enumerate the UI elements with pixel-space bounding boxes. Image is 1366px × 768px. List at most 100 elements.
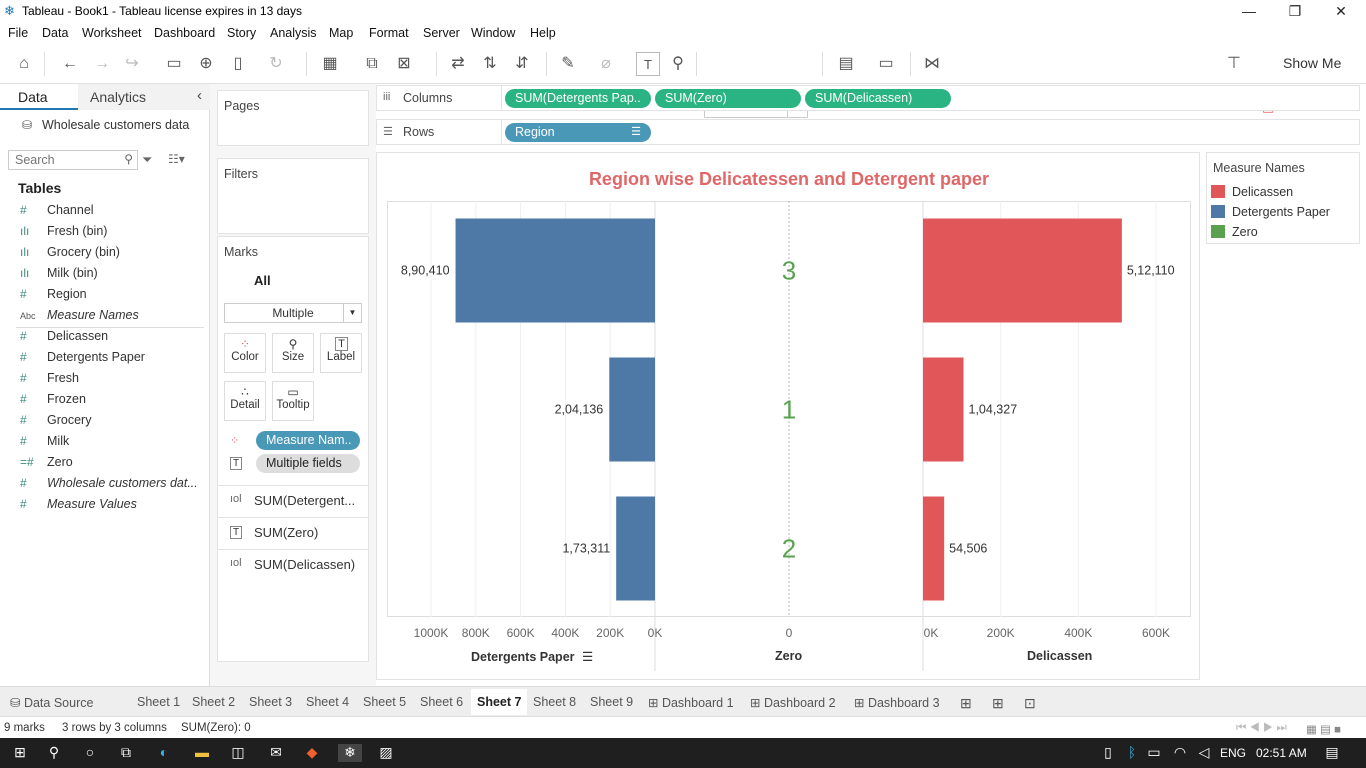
tab-dashboard-2[interactable]: ⊞ Dashboard 2	[750, 695, 836, 710]
mark-type-dropdown[interactable]: Multiple ▼	[224, 303, 362, 323]
legend-item-detergents[interactable]: Detergents Paper	[1211, 205, 1330, 219]
tooltip-button[interactable]: ▭ Tooltip	[272, 381, 314, 421]
column-pill-detergents[interactable]: SUM(Detergents Pap..	[505, 89, 651, 108]
tab-sheet-8[interactable]: Sheet 8	[533, 695, 576, 709]
save-icon[interactable]: ▭	[162, 52, 186, 76]
field-item[interactable]: # Delicassen	[0, 327, 210, 348]
usb-icon[interactable]: ▯	[1098, 744, 1118, 762]
redo-icon[interactable]: →	[90, 52, 114, 76]
tab-data[interactable]: Data	[0, 84, 78, 110]
file-explorer-icon[interactable]: ▬	[192, 744, 212, 762]
size-button[interactable]: ⚲ Size	[272, 333, 314, 373]
label-button[interactable]: T Label	[320, 333, 362, 373]
language-indicator[interactable]: ENG	[1220, 746, 1246, 760]
photos-icon[interactable]: ▨	[376, 744, 396, 762]
search-field[interactable]: ⚲	[8, 150, 138, 170]
marks-all[interactable]: All	[254, 273, 271, 288]
menu-worksheet[interactable]: Worksheet	[82, 26, 142, 40]
field-item[interactable]: # Measure Values	[0, 495, 210, 516]
presentation-icon[interactable]: ▭	[874, 52, 898, 76]
wifi-icon[interactable]: ◠	[1170, 744, 1190, 762]
notifications-icon[interactable]: ▤	[1322, 744, 1342, 762]
field-item[interactable]: # Wholesale customers dat...	[0, 474, 210, 495]
new-story-tab-icon[interactable]: ⊡	[1024, 695, 1036, 712]
axis-title-zero[interactable]: Zero	[775, 649, 802, 663]
pointer-icon[interactable]: ⊤	[1222, 52, 1246, 76]
menu-file[interactable]: File	[8, 26, 28, 40]
sheet-nav-icon[interactable]: ⏮ ◀ ▶ ⏭	[1236, 722, 1287, 735]
column-pill-zero[interactable]: SUM(Zero)	[655, 89, 801, 108]
search-icon[interactable]: ⚲	[44, 744, 64, 762]
tab-sheet-9[interactable]: Sheet 9	[590, 695, 633, 709]
clock[interactable]: 02:51 AM	[1256, 746, 1307, 760]
multiple-fields-pill[interactable]: Multiple fields	[256, 454, 360, 473]
edge-icon[interactable]: ◐	[154, 744, 174, 762]
field-item[interactable]: # Region	[0, 285, 210, 306]
field-item[interactable]: # Channel	[0, 201, 210, 222]
tab-sheet-4[interactable]: Sheet 4	[306, 695, 349, 709]
tab-dashboard-1[interactable]: ⊞ Dashboard 1	[648, 695, 734, 710]
color-button[interactable]: ⁘ Color	[224, 333, 266, 373]
tab-sheet-1[interactable]: Sheet 1	[137, 695, 180, 709]
brave-icon[interactable]: ◆	[302, 744, 322, 762]
menu-dashboard[interactable]: Dashboard	[154, 26, 215, 40]
tab-sheet-5[interactable]: Sheet 5	[363, 695, 406, 709]
show-cards-icon[interactable]: ▤	[834, 52, 858, 76]
menu-story[interactable]: Story	[227, 26, 256, 40]
row-pill-region[interactable]: Region ☰	[505, 123, 651, 142]
detail-button[interactable]: ∴ Detail	[224, 381, 266, 421]
sort-ascending-icon[interactable]: ⇅	[478, 52, 502, 76]
field-item[interactable]: # Detergents Paper	[0, 348, 210, 369]
menu-map[interactable]: Map	[329, 26, 353, 40]
swap-icon[interactable]: ⇄	[446, 52, 470, 76]
pause-updates-icon[interactable]: ▯	[226, 52, 250, 76]
group-icon[interactable]: ⌀	[594, 52, 618, 76]
tab-analytics[interactable]: Analytics ‹	[78, 84, 210, 110]
filters-card[interactable]: Filters	[217, 158, 369, 234]
tab-sheet-2[interactable]: Sheet 2	[192, 695, 235, 709]
field-item[interactable]: Abc Measure Names	[0, 306, 210, 327]
sort-descending-icon[interactable]: ⇵	[510, 52, 534, 76]
show-labels-icon[interactable]: T	[636, 52, 660, 76]
field-item[interactable]: ılı Milk (bin)	[0, 264, 210, 285]
legend-item-zero[interactable]: Zero	[1211, 225, 1258, 239]
field-item[interactable]: # Frozen	[0, 390, 210, 411]
maximize-button[interactable]: ❐	[1272, 0, 1318, 24]
share-icon[interactable]: ⋈	[920, 52, 944, 76]
windows-start-icon[interactable]: ⊞	[10, 744, 30, 762]
home-icon[interactable]: ⌂	[12, 52, 36, 76]
legend-item-delicassen[interactable]: Delicassen	[1211, 185, 1293, 199]
new-worksheet-tab-icon[interactable]: ⊞	[960, 695, 972, 712]
tab-sheet-7[interactable]: Sheet 7	[471, 689, 528, 715]
refresh-icon[interactable]: ↻	[264, 52, 288, 76]
axis-title-delicassen[interactable]: Delicassen	[1027, 649, 1092, 663]
new-datasource-icon[interactable]: ⊕	[194, 52, 218, 76]
field-item[interactable]: # Fresh	[0, 369, 210, 390]
menu-data[interactable]: Data	[42, 26, 68, 40]
filter-icon[interactable]: ⏷	[142, 152, 152, 168]
pin-icon[interactable]: ⚲	[666, 52, 690, 76]
new-dashboard-tab-icon[interactable]: ⊞	[992, 695, 1004, 712]
sheet-view-icon[interactable]: ▦ ▤ ■	[1306, 722, 1341, 736]
axis-title-detergents[interactable]: Detergents Paper ☰	[471, 649, 593, 664]
collapse-icon[interactable]: ‹	[197, 87, 202, 104]
field-item[interactable]: # Grocery	[0, 411, 210, 432]
column-pill-delicassen[interactable]: SUM(Delicassen)	[805, 89, 951, 108]
tab-dashboard-3[interactable]: ⊞ Dashboard 3	[854, 695, 940, 710]
minimize-button[interactable]: —	[1226, 0, 1272, 24]
menu-analysis[interactable]: Analysis	[270, 26, 317, 40]
menu-format[interactable]: Format	[369, 26, 409, 40]
clear-sheet-icon[interactable]: ⊠	[392, 52, 416, 76]
marks-row-detergents[interactable]: ıol SUM(Detergent...	[218, 485, 368, 517]
tab-sheet-6[interactable]: Sheet 6	[420, 695, 463, 709]
close-button[interactable]: ✕	[1318, 0, 1364, 24]
mail-icon[interactable]: ✉	[266, 744, 286, 762]
search-input[interactable]	[9, 151, 109, 169]
duplicate-icon[interactable]: ⧉	[360, 52, 384, 76]
tab-sheet-3[interactable]: Sheet 3	[249, 695, 292, 709]
undo-icon[interactable]: ←	[58, 52, 82, 76]
tableau-taskbar-icon[interactable]: ❄	[338, 744, 362, 762]
menu-help[interactable]: Help	[530, 26, 556, 40]
menu-server[interactable]: Server	[423, 26, 460, 40]
field-item[interactable]: =# Zero	[0, 453, 210, 474]
